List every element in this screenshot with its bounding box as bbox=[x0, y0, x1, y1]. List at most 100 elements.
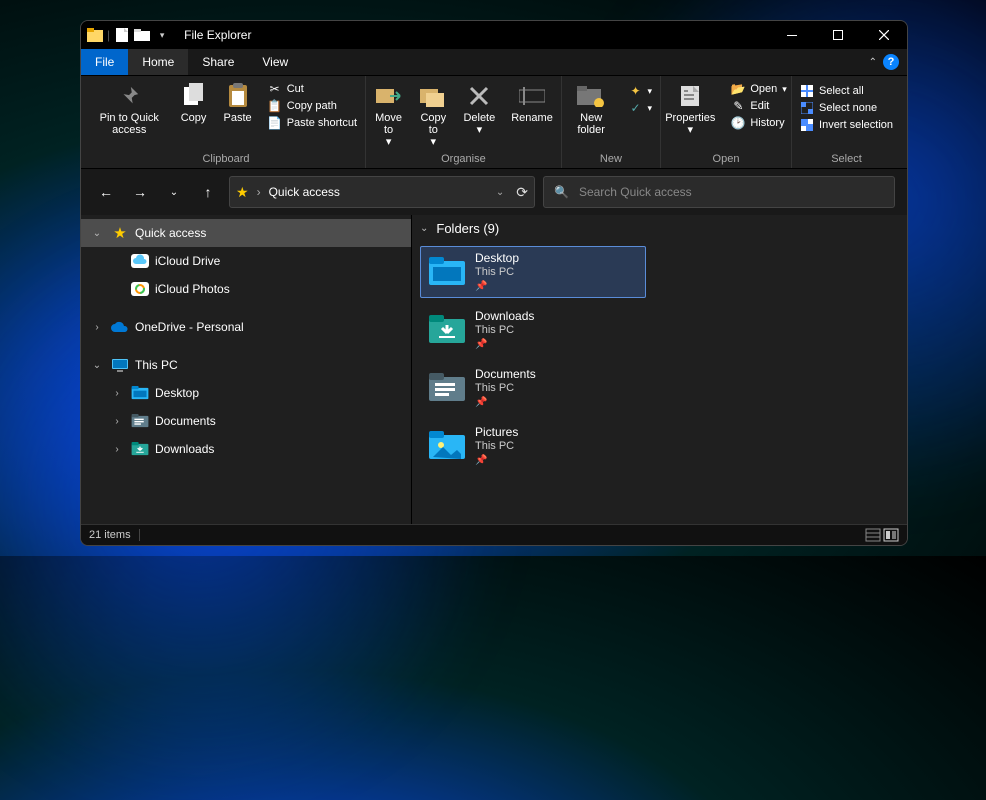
chevron-icon[interactable]: › bbox=[89, 322, 105, 333]
easy-access-button[interactable]: ✓▾ bbox=[628, 101, 652, 115]
tree-item-label: Desktop bbox=[155, 386, 199, 400]
documents-folder-icon bbox=[429, 373, 465, 403]
help-icon[interactable]: ? bbox=[883, 54, 899, 70]
folder-tile-downloads[interactable]: Downloads This PC 📌 bbox=[420, 304, 646, 356]
close-button[interactable] bbox=[861, 21, 907, 49]
newfolder-icon bbox=[577, 82, 605, 110]
search-placeholder: Search Quick access bbox=[579, 185, 692, 199]
cloud-white-icon bbox=[131, 252, 149, 270]
selectnone-icon bbox=[800, 101, 814, 115]
tree-item-label: iCloud Drive bbox=[155, 254, 220, 268]
pin-to-quick-access-button[interactable]: Pin to Quick access bbox=[87, 80, 172, 136]
delete-icon bbox=[465, 82, 493, 110]
folder-tile-pictures[interactable]: Pictures This PC 📌 bbox=[420, 420, 646, 472]
tile-name: Documents bbox=[475, 367, 536, 381]
new-file-icon[interactable] bbox=[114, 27, 130, 43]
tab-view[interactable]: View bbox=[248, 49, 302, 75]
tile-location: This PC bbox=[475, 266, 519, 279]
refresh-icon[interactable]: ⟳ bbox=[516, 184, 528, 201]
new-folder-button[interactable]: New folder bbox=[562, 80, 621, 136]
folder-qat-icon[interactable] bbox=[134, 27, 150, 43]
minimize-button[interactable] bbox=[769, 21, 815, 49]
downloads-folder-icon bbox=[429, 315, 465, 345]
invert-selection-button[interactable]: Invert selection bbox=[800, 118, 893, 132]
downloads-icon bbox=[131, 440, 149, 458]
rename-button[interactable]: Rename bbox=[503, 80, 561, 124]
tab-file[interactable]: File bbox=[81, 49, 128, 75]
tab-share[interactable]: Share bbox=[188, 49, 248, 75]
chevron-icon[interactable]: › bbox=[109, 444, 125, 455]
rename-icon bbox=[518, 82, 546, 110]
tree-item-onedrive-personal[interactable]: › OneDrive - Personal bbox=[81, 313, 411, 341]
scissors-icon: ✂ bbox=[268, 82, 282, 96]
paste-button[interactable]: Paste bbox=[216, 80, 260, 124]
tree-item-desktop[interactable]: › Desktop bbox=[81, 379, 411, 407]
tree-item-this-pc[interactable]: ⌄ This PC bbox=[81, 351, 411, 379]
folders-group-title: Folders (9) bbox=[436, 221, 499, 236]
folders-group-header[interactable]: ⌄ Folders (9) bbox=[412, 215, 907, 242]
address-bar[interactable]: ★ › Quick access ⌄ ⟳ bbox=[229, 176, 535, 208]
search-icon: 🔍 bbox=[554, 185, 569, 199]
maximize-button[interactable] bbox=[815, 21, 861, 49]
status-count: 21 items bbox=[89, 529, 131, 541]
titlebar: | ▾ File Explorer bbox=[81, 21, 907, 49]
pin-indicator-icon: 📌 bbox=[475, 397, 536, 409]
photos-icon bbox=[131, 280, 149, 298]
folder-tile-documents[interactable]: Documents This PC 📌 bbox=[420, 362, 646, 414]
cut-button[interactable]: ✂Cut bbox=[268, 82, 357, 96]
paste-shortcut-button[interactable]: 📄Paste shortcut bbox=[268, 116, 357, 130]
main-pane: ⌄ Folders (9) Desktop This PC 📌 Download… bbox=[412, 215, 907, 524]
new-item-button[interactable]: ✦▾ bbox=[628, 84, 652, 98]
chevron-icon[interactable]: › bbox=[109, 416, 125, 427]
tree-item-label: iCloud Photos bbox=[155, 282, 230, 296]
open-button[interactable]: 📂Open▾ bbox=[731, 82, 786, 96]
details-view-button[interactable] bbox=[865, 528, 881, 542]
select-all-button[interactable]: Select all bbox=[800, 84, 893, 98]
tile-location: This PC bbox=[475, 324, 534, 337]
properties-button[interactable]: Properties▾ bbox=[657, 80, 723, 136]
documents-icon bbox=[131, 412, 149, 430]
tree-item-icloud-drive[interactable]: iCloud Drive bbox=[81, 247, 411, 275]
pin-indicator-icon: 📌 bbox=[475, 339, 534, 351]
qat-dropdown-icon[interactable]: ▾ bbox=[154, 27, 170, 43]
invert-icon bbox=[800, 118, 814, 132]
pin-indicator-icon: 📌 bbox=[475, 455, 518, 467]
copy-path-button[interactable]: 📋Copy path bbox=[268, 99, 357, 113]
status-bar: 21 items bbox=[81, 524, 907, 545]
tree-item-icloud-photos[interactable]: iCloud Photos bbox=[81, 275, 411, 303]
newitem-icon: ✦ bbox=[628, 84, 642, 98]
moveto-icon bbox=[375, 82, 403, 110]
folder-tile-desktop[interactable]: Desktop This PC 📌 bbox=[420, 246, 646, 298]
copyto-icon bbox=[419, 82, 447, 110]
chevron-icon[interactable]: ⌄ bbox=[89, 228, 105, 239]
breadcrumb[interactable]: Quick access bbox=[269, 185, 340, 199]
group-open-label: Open bbox=[713, 153, 740, 166]
nav-up-button[interactable]: ↑ bbox=[195, 179, 221, 205]
copy-button[interactable]: Copy bbox=[172, 80, 216, 124]
thumbnails-view-button[interactable] bbox=[883, 528, 899, 542]
copy-to-button[interactable]: Copy to▾ bbox=[411, 80, 455, 148]
history-button[interactable]: 🕑History bbox=[731, 116, 786, 130]
navigation-tree[interactable]: ⌄ ★ Quick access iCloud Drive iCloud Pho… bbox=[81, 215, 412, 524]
copypath-icon: 📋 bbox=[268, 99, 282, 113]
nav-recent-button[interactable]: ⌄ bbox=[161, 179, 187, 205]
tree-item-documents[interactable]: › Documents bbox=[81, 407, 411, 435]
edit-button[interactable]: ✎Edit bbox=[731, 99, 786, 113]
search-input[interactable]: 🔍 Search Quick access bbox=[543, 176, 895, 208]
tree-item-quick-access[interactable]: ⌄ ★ Quick access bbox=[81, 219, 411, 247]
tab-home[interactable]: Home bbox=[128, 49, 188, 75]
nav-forward-button[interactable]: → bbox=[127, 179, 153, 205]
nav-back-button[interactable]: ← bbox=[93, 179, 119, 205]
tile-location: This PC bbox=[475, 382, 536, 395]
delete-button[interactable]: Delete▾ bbox=[455, 80, 503, 136]
status-sep bbox=[139, 529, 140, 541]
chevron-icon[interactable]: ⌄ bbox=[89, 360, 105, 371]
move-to-button[interactable]: Move to▾ bbox=[366, 80, 411, 148]
desktop-icon bbox=[131, 384, 149, 402]
chevron-icon[interactable]: › bbox=[109, 388, 125, 399]
tree-item-downloads[interactable]: › Downloads bbox=[81, 435, 411, 463]
paste-icon bbox=[224, 82, 252, 110]
address-dropdown-icon[interactable]: ⌄ bbox=[496, 187, 504, 198]
select-none-button[interactable]: Select none bbox=[800, 101, 893, 115]
ribbon-expand-icon[interactable]: ⌃ bbox=[869, 57, 877, 68]
